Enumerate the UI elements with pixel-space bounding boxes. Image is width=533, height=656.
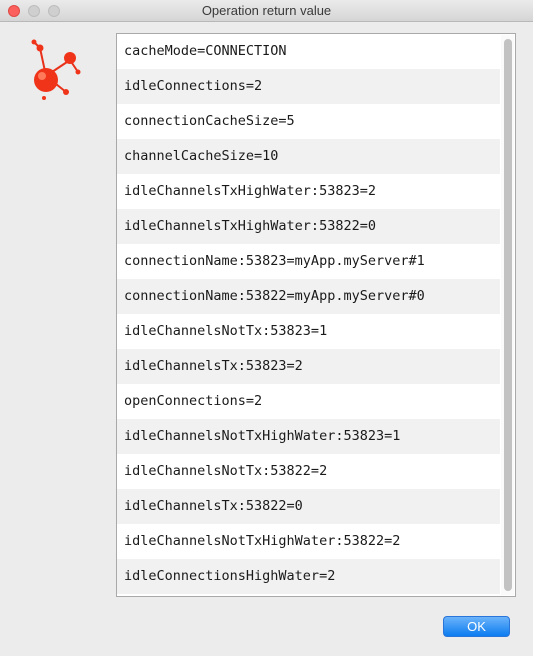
ok-button[interactable]: OK	[443, 616, 510, 637]
return-value-list[interactable]: cacheMode=CONNECTION idleConnections=2 c…	[116, 33, 516, 597]
dialog-window: Operation return value cacheMode=CONNECT…	[0, 0, 533, 656]
list-item[interactable]: idleChannelsNotTx:53822=2	[117, 454, 500, 489]
list-item[interactable]: idleChannelsNotTx:53823=1	[117, 314, 500, 349]
list-item[interactable]: idleConnectionsHighWater=2	[117, 559, 500, 594]
window-title: Operation return value	[201, 3, 332, 18]
list-item[interactable]: idleChannelsNotTxHighWater:53822=2	[117, 524, 500, 559]
vertical-scrollbar[interactable]	[501, 35, 514, 595]
list-item[interactable]: cacheMode=CONNECTION	[117, 34, 500, 69]
list-item[interactable]: idleChannelsTx:53822=0	[117, 489, 500, 524]
title-bar: Operation return value	[0, 0, 533, 22]
list-item[interactable]: idleConnections=2	[117, 69, 500, 104]
scrollbar-thumb[interactable]	[504, 39, 512, 591]
molecule-icon	[28, 38, 84, 104]
list-item[interactable]: openConnections=2	[117, 384, 500, 419]
list-item[interactable]: connectionName:53823=myApp.myServer#1	[117, 244, 500, 279]
list-item[interactable]: idleChannelsTx:53823=2	[117, 349, 500, 384]
list-item[interactable]: idleChannelsNotTxHighWater:53823=1	[117, 419, 500, 454]
list-item[interactable]: idleChannelsTxHighWater:53823=2	[117, 174, 500, 209]
list-item[interactable]: connectionCacheSize=5	[117, 104, 500, 139]
list-item[interactable]: connectionName:53822=myApp.myServer#0	[117, 279, 500, 314]
list-item[interactable]: channelCacheSize=10	[117, 139, 500, 174]
list-item[interactable]: idleChannelsTxHighWater:53822=0	[117, 209, 500, 244]
